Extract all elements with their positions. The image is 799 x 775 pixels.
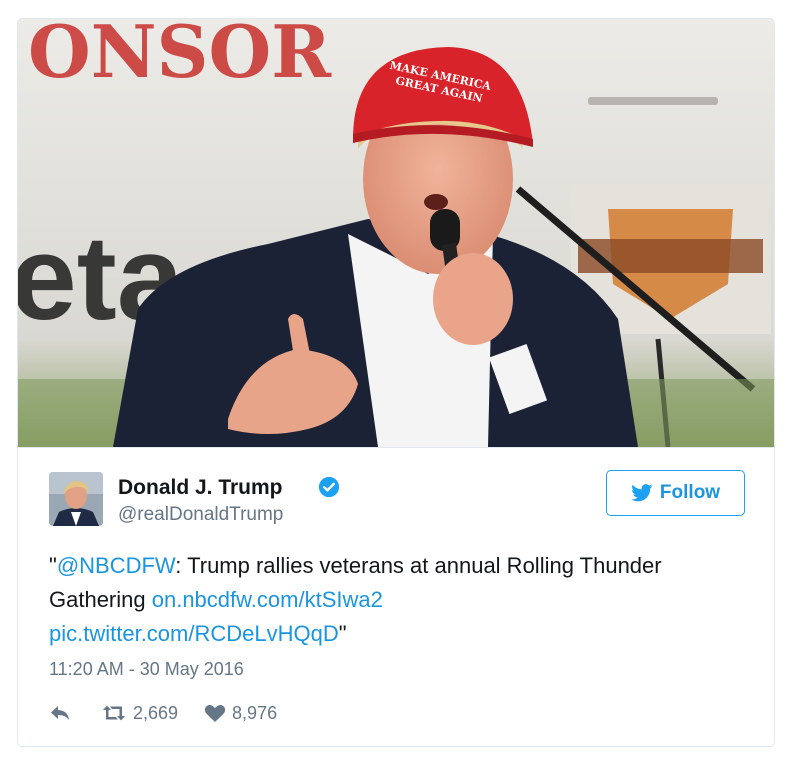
author-name[interactable]: Donald J. Trump xyxy=(118,475,283,501)
twitter-bird-icon xyxy=(631,484,653,502)
tweet-photo[interactable]: ONSOR eta MAKE AMERICA GREAT AGAIN xyxy=(18,19,774,447)
retweet-count: 2,669 xyxy=(133,702,179,723)
follow-label: Follow xyxy=(659,482,721,503)
retweet-icon xyxy=(103,705,125,721)
pic-link[interactable]: pic.twitter.com/RCDeLvHQqD xyxy=(49,621,339,646)
reply-icon xyxy=(51,706,69,720)
author-handle[interactable]: @realDonaldTrump xyxy=(118,503,283,527)
reply-button[interactable] xyxy=(49,704,71,722)
close-quote: " xyxy=(338,621,347,646)
retweet-button[interactable]: 2,669 xyxy=(101,703,178,724)
author-avatar[interactable] xyxy=(49,472,103,526)
short-link[interactable]: on.nbcdfw.com/ktSIwa2 xyxy=(152,587,383,612)
banner-text: ONSOR xyxy=(28,19,332,94)
media-divider xyxy=(18,447,774,448)
tweet-actions: 2,669 8,976 xyxy=(49,699,277,727)
tweet-text: "@NBCDFW: Trump rallies veterans at annu… xyxy=(49,549,749,651)
open-quote: " xyxy=(49,553,57,578)
tweet-card: ONSOR eta MAKE AMERICA GREAT AGAIN Donal… xyxy=(17,18,775,747)
heart-icon xyxy=(204,704,226,722)
follow-button[interactable]: Follow xyxy=(606,470,745,516)
like-button[interactable]: 8,976 xyxy=(204,703,277,724)
like-count: 8,976 xyxy=(232,702,278,723)
verified-badge-icon xyxy=(318,476,340,498)
mention-link[interactable]: @NBCDFW xyxy=(57,553,175,578)
tweet-timestamp[interactable]: 11:20 AM - 30 May 2016 xyxy=(49,657,244,681)
